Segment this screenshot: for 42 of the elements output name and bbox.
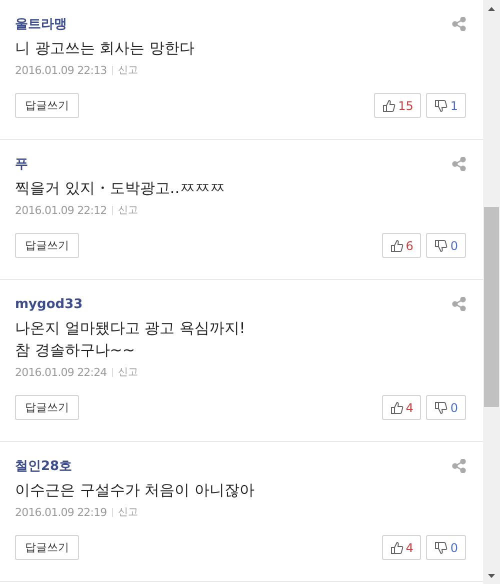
dislike-button[interactable]: 1 [426,93,466,118]
comment-date: 2016.01.09 22:19 [15,506,107,518]
thumbs-up-icon [382,98,396,112]
reply-button[interactable]: 답글쓰기 [15,535,79,560]
share-icon[interactable] [452,157,466,171]
scrollbar[interactable] [483,0,500,584]
report-link[interactable]: 신고 [118,505,138,519]
thumbs-down-icon [434,400,448,414]
report-link[interactable]: 신고 [118,365,138,379]
comment-text: 찍을거 있지・도박광고‥ㅉㅉㅉ [15,178,226,199]
dislike-button[interactable]: 0 [426,233,466,258]
thumbs-down-icon [434,238,448,252]
comment-text: 이수근은 구설수가 처음이 아니잖아 [15,480,256,501]
thumbs-down-icon [434,98,448,112]
author-name: mygod33 [15,296,83,312]
comment-text: 니 광고쓰는 회사는 망한다 [15,38,196,59]
author-name: 철인28호 [15,458,72,475]
thumbs-up-icon [390,238,404,252]
comment-date: 2016.01.09 22:12 [15,204,107,216]
report-link[interactable]: 신고 [118,203,138,217]
like-button[interactable]: 6 [382,233,422,258]
dislike-button[interactable]: 0 [426,395,466,420]
like-button[interactable]: 4 [382,535,422,560]
reply-button[interactable]: 답글쓰기 [15,233,79,258]
thumbs-down-icon [434,540,448,554]
thumbs-up-icon [390,400,404,414]
like-button[interactable]: 15 [374,93,422,118]
dislike-button[interactable]: 0 [426,535,466,560]
comment-date: 2016.01.09 22:24 [15,366,107,378]
author-name: 울트라맹 [15,16,67,33]
scroll-thumb[interactable] [484,207,499,407]
reply-button[interactable]: 답글쓰기 [15,93,79,118]
like-button[interactable]: 4 [382,395,422,420]
comment-text: 나온지 얼마됐다고 광고 욕심까지! 참 경솔하구나~~ [15,318,246,361]
share-icon[interactable] [452,459,466,473]
share-icon[interactable] [452,17,466,31]
reply-button[interactable]: 답글쓰기 [15,395,79,420]
author-name: 푸 [15,156,28,173]
comment-date: 2016.01.09 22:13 [15,64,107,76]
report-link[interactable]: 신고 [118,63,138,77]
share-icon[interactable] [452,297,466,311]
thumbs-up-icon [390,540,404,554]
